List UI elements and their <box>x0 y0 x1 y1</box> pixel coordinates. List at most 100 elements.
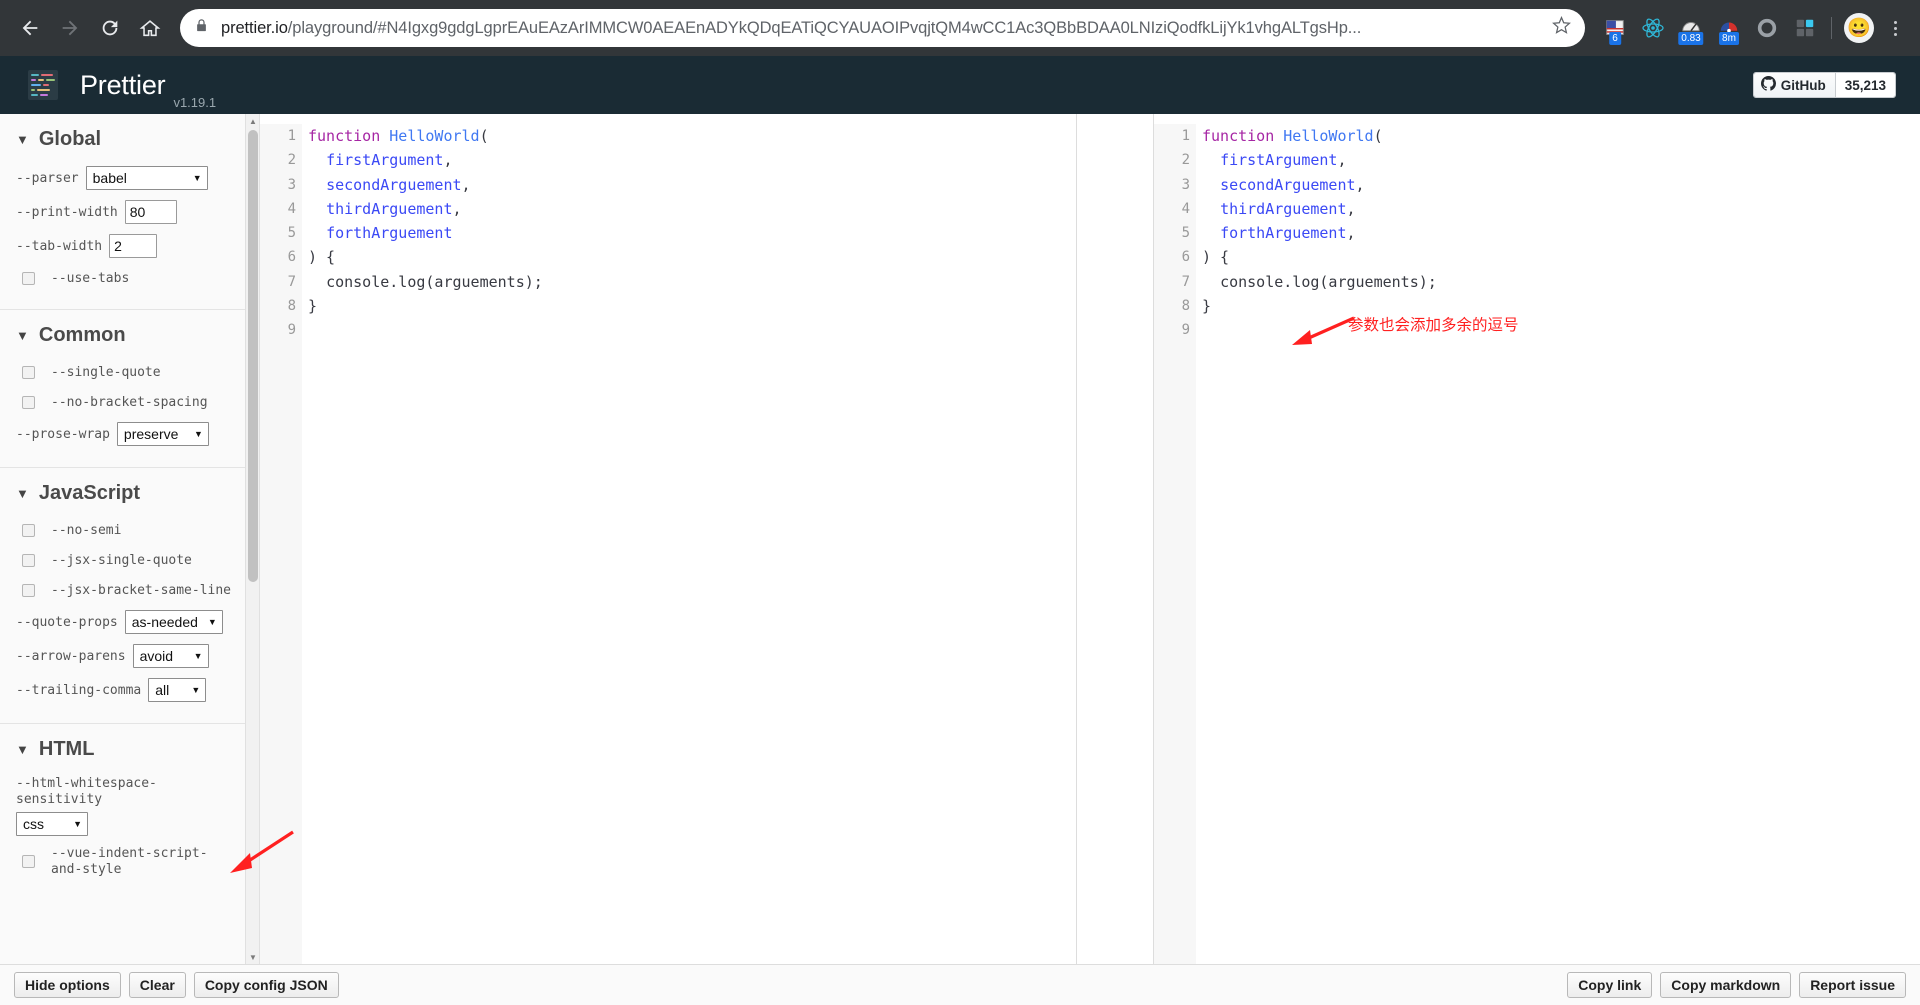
section-javascript-header[interactable]: ▼ JavaScript <box>0 482 245 515</box>
quote-props-select[interactable]: as-needed ▼ <box>124 610 223 634</box>
output-code-area[interactable]: 123456789 function HelloWorld( firstArgu… <box>1154 114 1920 964</box>
option-vue-indent-script-and-style[interactable]: --vue-indent-script-and-style <box>0 841 245 884</box>
use-tabs-checkbox[interactable] <box>22 271 35 285</box>
quote-props-value: as-needed <box>131 614 198 630</box>
copy-config-json-button[interactable]: Copy config JSON <box>193 972 339 998</box>
option-quote-props-label: --quote-props <box>16 614 118 630</box>
copy-markdown-button[interactable]: Copy markdown <box>1660 972 1792 998</box>
section-common-header[interactable]: ▼ Common <box>0 324 245 357</box>
clear-button[interactable]: Clear <box>128 972 186 998</box>
chevron-down-icon: ▼ <box>207 617 217 627</box>
forward-button[interactable] <box>50 8 90 48</box>
output-code-lines[interactable]: function HelloWorld( firstArgument, seco… <box>1202 124 1920 343</box>
option-html-whitespace-sensitivity-label: --html-whitespace-sensitivity <box>16 776 157 808</box>
timer-gauge-badge: 8m <box>1719 32 1739 45</box>
option-tab-width: --tab-width 2 <box>0 229 245 263</box>
address-bar[interactable]: prettier.io/playground/#N4Igxg9gdgLgprEA… <box>180 9 1585 47</box>
option-use-tabs[interactable]: --use-tabs <box>0 263 245 293</box>
input-code-lines[interactable]: function HelloWorld( firstArgument, seco… <box>308 124 1076 343</box>
copy-link-button[interactable]: Copy link <box>1567 972 1653 998</box>
home-button[interactable] <box>130 8 170 48</box>
option-single-quote-label: --single-quote <box>51 364 161 380</box>
extensions-bar: 6 0.83 8m 😀 <box>1593 8 1910 48</box>
react-devtools-icon[interactable] <box>1635 8 1671 48</box>
footer-toolbar: Hide options Clear Copy config JSON Copy… <box>0 964 1920 1005</box>
parser-select[interactable]: babel ▼ <box>85 166 208 190</box>
no-semi-checkbox[interactable] <box>22 523 35 537</box>
back-button[interactable] <box>10 8 50 48</box>
lock-icon <box>194 18 209 38</box>
option-jsx-single-quote[interactable]: --jsx-single-quote <box>0 545 245 575</box>
home-icon <box>139 17 161 39</box>
timer-gauge-icon[interactable]: 8m <box>1711 8 1747 48</box>
option-use-tabs-label: --use-tabs <box>51 270 130 286</box>
speed-gauge-icon[interactable]: 0.83 <box>1673 8 1709 48</box>
sidebar-scrollbar[interactable]: ▲ ▼ <box>245 114 259 964</box>
three-dot-menu-icon[interactable] <box>1880 8 1910 48</box>
input-editor[interactable]: 123456789 function HelloWorld( firstArgu… <box>260 114 1077 964</box>
option-print-width-label: --print-width <box>16 204 118 220</box>
chevron-down-icon[interactable]: ▼ <box>246 950 259 964</box>
section-javascript: ▼ JavaScript --no-semi --jsx-single-quot… <box>0 468 245 724</box>
github-badge-left[interactable]: GitHub <box>1753 73 1835 97</box>
option-tab-width-label: --tab-width <box>16 238 103 254</box>
puzzle-extensions-icon[interactable] <box>1787 8 1823 48</box>
input-code-area[interactable]: 123456789 function HelloWorld( firstArgu… <box>260 114 1076 964</box>
vue-indent-script-and-style-checkbox[interactable] <box>22 855 35 869</box>
github-icon <box>1760 76 1776 94</box>
prose-wrap-select[interactable]: preserve ▼ <box>116 422 209 446</box>
jsx-single-quote-checkbox[interactable] <box>22 553 35 567</box>
option-jsx-bracket-same-line[interactable]: --jsx-bracket-same-line <box>0 575 245 605</box>
github-star-badge[interactable]: GitHub 35,213 <box>1752 72 1896 98</box>
arrow-parens-select[interactable]: avoid ▼ <box>132 644 209 668</box>
speed-gauge-badge: 0.83 <box>1678 32 1704 45</box>
option-no-semi[interactable]: --no-semi <box>0 515 245 545</box>
option-no-bracket-spacing-label: --no-bracket-spacing <box>51 394 208 410</box>
flag-extension-badge: 6 <box>1609 32 1621 45</box>
caret-icon: ▼ <box>16 486 29 501</box>
section-html: ▼ HTML --html-whitespace-sensitivity css… <box>0 724 245 899</box>
caret-icon: ▼ <box>16 742 29 757</box>
star-icon[interactable] <box>1552 15 1571 40</box>
option-single-quote[interactable]: --single-quote <box>0 357 245 387</box>
tab-width-input[interactable]: 2 <box>109 234 158 258</box>
chevron-down-icon: ▼ <box>73 818 82 829</box>
hide-options-button[interactable]: Hide options <box>14 972 121 998</box>
section-html-header[interactable]: ▼ HTML <box>0 738 245 771</box>
trailing-comma-select[interactable]: all ▼ <box>148 678 207 702</box>
option-arrow-parens: --arrow-parens avoid ▼ <box>0 639 245 673</box>
reload-icon <box>99 17 121 39</box>
section-global-header[interactable]: ▼ Global <box>0 128 245 161</box>
option-html-whitespace-sensitivity: --html-whitespace-sensitivity css ▼ <box>0 771 245 841</box>
no-bracket-spacing-checkbox[interactable] <box>22 395 35 409</box>
report-issue-button[interactable]: Report issue <box>1799 972 1906 998</box>
output-editor[interactable]: 123456789 function HelloWorld( firstArgu… <box>1154 114 1920 964</box>
html-whitespace-sensitivity-select[interactable]: css ▼ <box>16 811 88 836</box>
trailing-comma-value: all <box>155 682 170 698</box>
page-title: Prettier <box>80 69 166 100</box>
sidebar-scrollbar-thumb[interactable] <box>248 130 258 582</box>
jsx-bracket-same-line-checkbox[interactable] <box>22 583 35 597</box>
option-parser: --parser babel ▼ <box>0 161 245 195</box>
github-star-count: 35,213 <box>1834 73 1895 97</box>
site-header: Prettier v1.19.1 GitHub 35,213 <box>0 56 1920 114</box>
ring-extension-icon[interactable] <box>1749 8 1785 48</box>
flag-extension-icon[interactable]: 6 <box>1597 8 1633 48</box>
option-quote-props: --quote-props as-needed ▼ <box>0 605 245 639</box>
single-quote-checkbox[interactable] <box>22 365 35 379</box>
avatar[interactable]: 😀 <box>1844 13 1874 43</box>
back-arrow-icon <box>19 17 41 39</box>
chevron-up-icon[interactable]: ▲ <box>246 114 259 128</box>
chevron-down-icon: ▼ <box>191 685 201 695</box>
print-width-input[interactable]: 80 <box>124 200 177 224</box>
option-no-bracket-spacing[interactable]: --no-bracket-spacing <box>0 387 245 417</box>
reload-button[interactable] <box>90 8 130 48</box>
browser-chrome: prettier.io/playground/#N4Igxg9gdgLgprEA… <box>0 0 1920 56</box>
option-print-width: --print-width 80 <box>0 195 245 229</box>
section-common: ▼ Common --single-quote --no-bracket-spa… <box>0 310 245 468</box>
chevron-down-icon: ▼ <box>192 173 202 183</box>
section-global: ▼ Global --parser babel ▼ --print-width … <box>0 114 245 310</box>
option-prose-wrap-label: --prose-wrap <box>16 426 110 442</box>
section-common-title: Common <box>38 324 126 346</box>
chevron-down-icon: ▼ <box>194 429 203 439</box>
